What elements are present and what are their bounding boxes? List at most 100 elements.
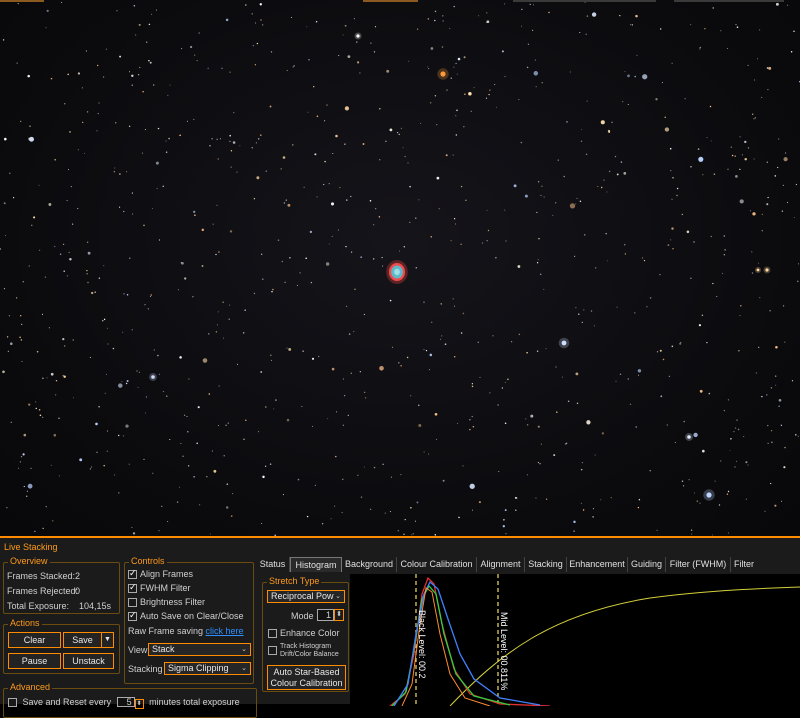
save-dropdown-button[interactable]: ▼	[101, 632, 114, 648]
clear-button[interactable]: Clear	[8, 632, 61, 648]
align-frames-checkbox[interactable]	[128, 568, 137, 580]
star	[696, 500, 699, 503]
save-reset-interval-input[interactable]: 5	[116, 697, 135, 707]
star	[350, 251, 353, 253]
star	[418, 424, 422, 427]
star	[545, 498, 548, 500]
star	[292, 66, 294, 68]
star	[306, 515, 309, 518]
star	[363, 313, 366, 316]
star	[296, 284, 298, 286]
enhance-color-checkbox[interactable]	[268, 629, 277, 639]
star	[397, 530, 399, 532]
star	[350, 372, 353, 375]
star	[144, 304, 146, 306]
star	[595, 267, 597, 269]
star	[123, 210, 125, 213]
star	[165, 140, 167, 142]
star	[208, 393, 211, 395]
star	[28, 403, 31, 406]
star	[636, 54, 638, 56]
star	[132, 532, 136, 535]
star	[38, 409, 41, 411]
star	[456, 109, 458, 112]
star	[400, 127, 403, 130]
star	[567, 400, 570, 403]
fwhm-filter-checkbox[interactable]	[128, 582, 137, 594]
tab-alignment[interactable]: Alignment	[477, 557, 525, 572]
star	[314, 153, 317, 156]
star	[434, 95, 437, 97]
star	[27, 74, 30, 78]
tab-background[interactable]: Background	[342, 557, 397, 572]
spin-arrows-icon[interactable]: ⬍	[334, 609, 344, 621]
star	[592, 516, 594, 518]
auto-star-calibration-button[interactable]: Auto Star-Based Colour Calibration	[267, 665, 346, 690]
star	[209, 533, 211, 535]
raw-frame-link[interactable]: click here	[206, 626, 244, 636]
histogram-plot[interactable]: Black Level: 00.2 Mid Level: 00.811%	[350, 574, 800, 706]
star	[438, 208, 440, 210]
star	[134, 34, 137, 36]
star	[670, 169, 672, 172]
tab-enhancement[interactable]: Enhancement	[567, 557, 628, 572]
star	[251, 147, 253, 149]
spin-arrows-icon[interactable]: ⬍	[134, 699, 144, 709]
star	[616, 173, 619, 176]
tab-guiding[interactable]: Guiding	[628, 557, 666, 572]
auto-save-checkbox[interactable]	[128, 610, 137, 622]
star	[780, 424, 783, 426]
star	[119, 55, 122, 58]
save-button[interactable]: Save	[63, 632, 101, 648]
brightness-filter-checkbox[interactable]	[128, 598, 137, 608]
star	[656, 529, 658, 531]
star	[759, 297, 761, 299]
track-histogram-checkbox[interactable]	[268, 646, 277, 655]
star	[308, 59, 310, 61]
stretch-type-select[interactable]: Reciprocal Pow ⌄	[267, 590, 345, 603]
star	[462, 465, 464, 467]
star	[619, 14, 621, 17]
star	[753, 118, 755, 120]
star	[232, 141, 236, 144]
star	[416, 28, 419, 30]
star	[122, 435, 124, 437]
star	[86, 111, 89, 113]
star	[20, 456, 23, 458]
star	[335, 134, 338, 138]
star	[373, 51, 376, 53]
save-reset-checkbox[interactable]	[8, 698, 17, 708]
view-select[interactable]: Stack ⌄	[148, 643, 251, 656]
star	[35, 407, 37, 410]
star	[118, 383, 123, 388]
star	[63, 270, 65, 272]
star	[69, 131, 71, 133]
star	[540, 273, 542, 275]
tab-stacking[interactable]: Stacking	[525, 557, 567, 572]
tab-status[interactable]: Status	[256, 557, 290, 572]
star	[386, 69, 390, 73]
stacking-select[interactable]: Sigma Clipping ⌄	[164, 662, 251, 675]
pause-button[interactable]: Pause	[8, 653, 61, 669]
star	[129, 257, 131, 259]
star	[581, 462, 584, 464]
star	[265, 170, 267, 172]
star	[293, 65, 295, 67]
mode-input[interactable]: 1	[317, 609, 334, 621]
star	[403, 246, 405, 248]
tab-histogram[interactable]: Histogram	[290, 557, 342, 572]
star	[452, 154, 454, 156]
tab-filter-brightness[interactable]: Filter (Brightness	[731, 557, 800, 572]
stacked-image-viewer[interactable]	[0, 0, 800, 536]
star	[584, 234, 586, 236]
star	[415, 267, 418, 269]
star	[782, 184, 784, 186]
star	[258, 431, 260, 433]
tab-filter-fwhm[interactable]: Filter (FWHM)	[666, 557, 731, 572]
star	[239, 145, 241, 147]
unstack-button[interactable]: Unstack	[63, 653, 114, 669]
tab-colour-calibration[interactable]: Colour Calibration	[397, 557, 477, 572]
star	[455, 223, 456, 225]
star	[310, 281, 313, 284]
star	[117, 434, 120, 437]
